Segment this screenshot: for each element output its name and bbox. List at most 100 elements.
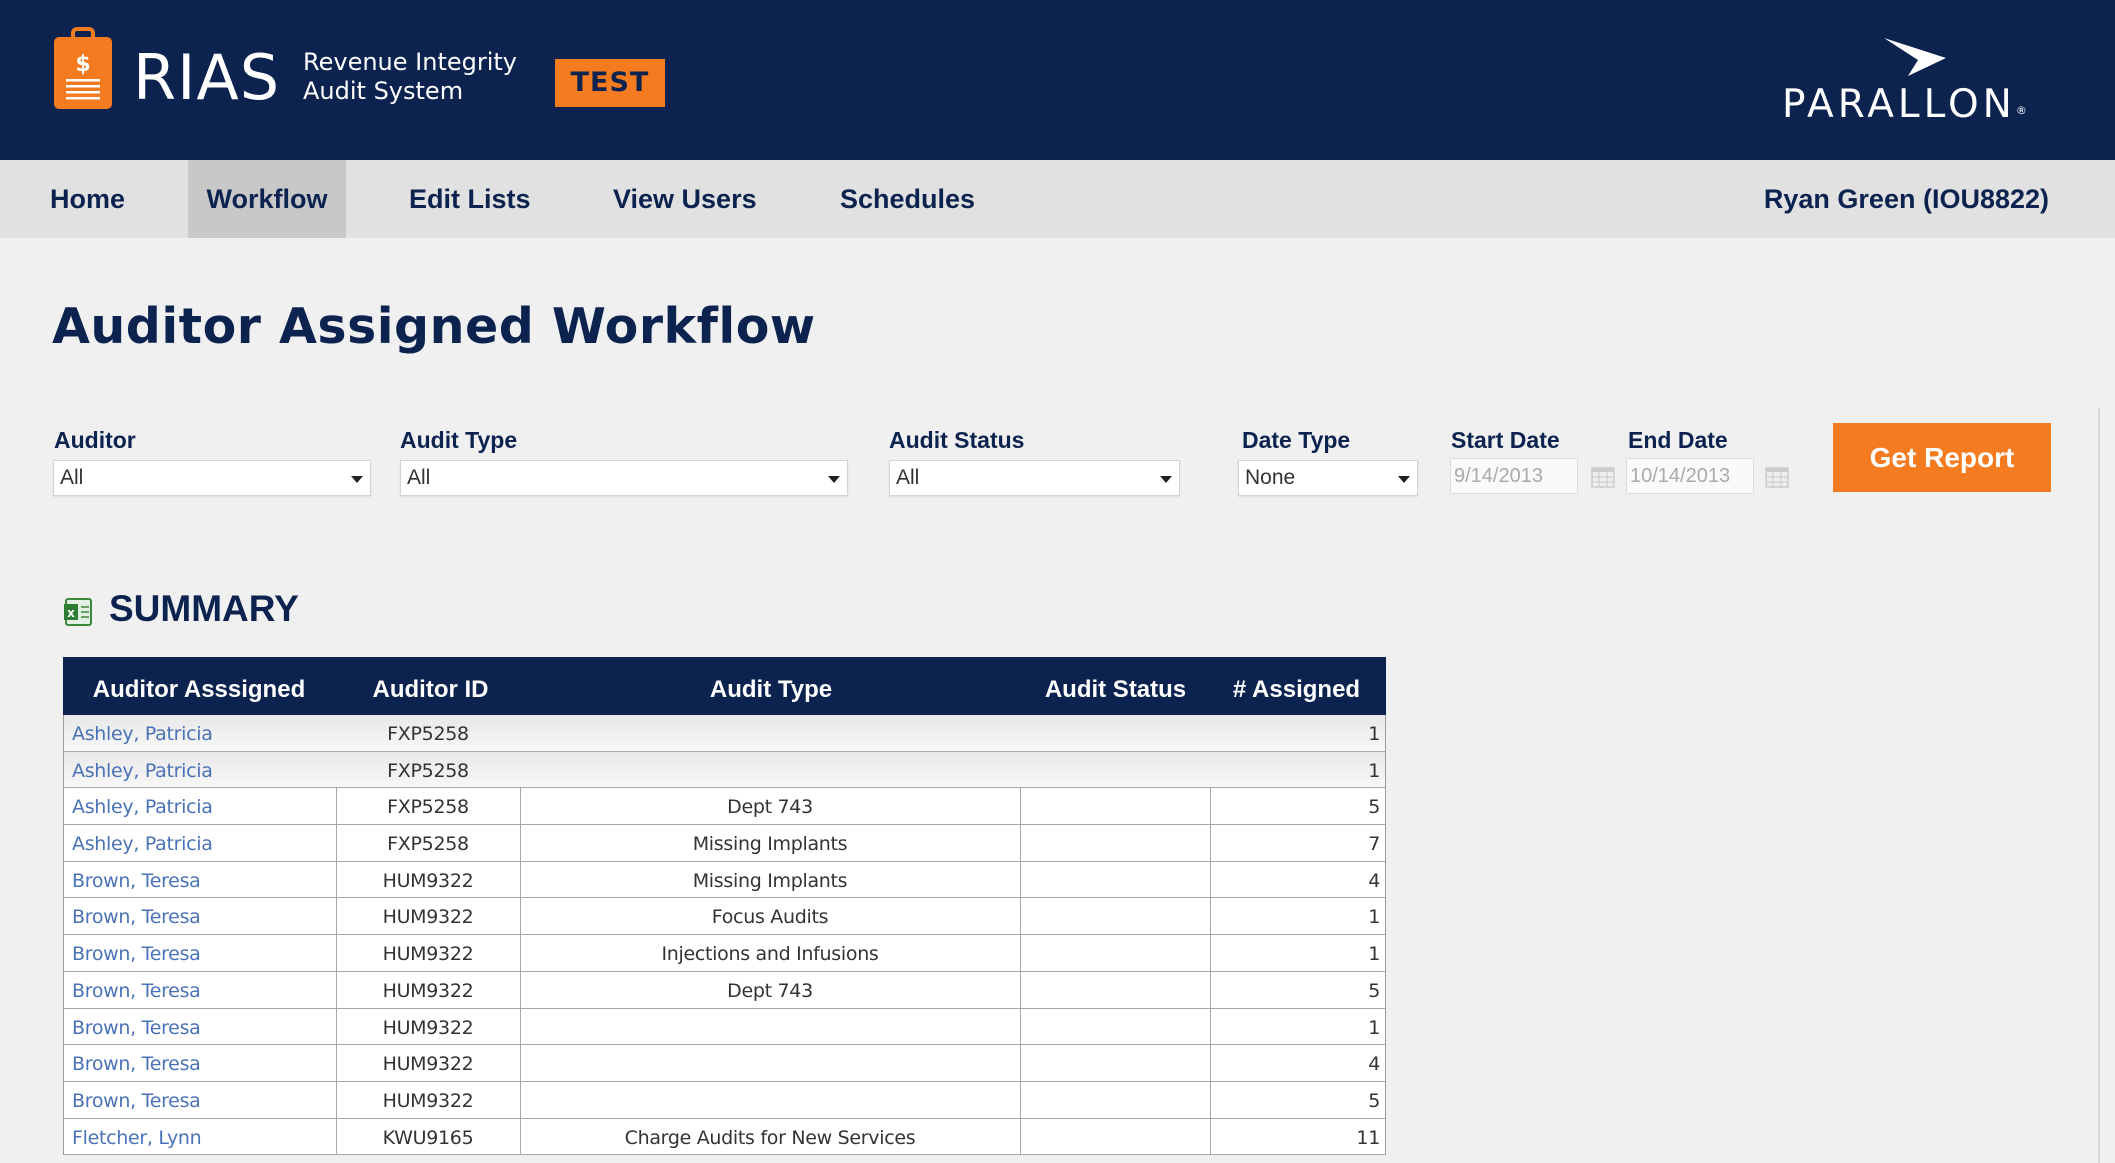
audit-type-cell: Injections and Infusions <box>661 943 879 966</box>
chevron-down-icon <box>1398 476 1410 483</box>
app-header: $ RIAS Revenue Integrity Audit System TE… <box>0 0 2115 160</box>
auditor-link[interactable]: Brown, Teresa <box>72 1009 201 1045</box>
audit-type-cell <box>520 752 1020 788</box>
nav-view-users[interactable]: View Users <box>613 160 757 238</box>
auditor-link[interactable]: Brown, Teresa <box>72 935 201 971</box>
audit-type-label: Audit Type <box>400 427 518 453</box>
table-row: Ashley, Patricia FXP5258 1 <box>64 751 1385 789</box>
audit-type-cell: Focus Audits <box>711 906 829 929</box>
excel-export-icon[interactable]: x <box>63 597 93 627</box>
audit-status-cell <box>1020 752 1210 788</box>
assigned-count-cell: 1 <box>1368 759 1380 782</box>
summary-title: SUMMARY <box>109 588 299 629</box>
audit-status-select[interactable]: All <box>889 460 1180 496</box>
column-header-audit-type[interactable]: Audit Type <box>520 657 1022 715</box>
audit-type-cell: Dept 743 <box>727 979 813 1002</box>
column-header-auditor[interactable]: Auditor Asssigned <box>63 657 335 715</box>
svg-text:$: $ <box>75 52 90 77</box>
column-header-auditor-id[interactable]: Auditor ID <box>335 657 526 715</box>
audit-status-cell <box>1020 1119 1210 1155</box>
auditor-id-cell: HUM9322 <box>382 943 474 966</box>
brand-name: RIAS <box>133 41 281 114</box>
audit-status-cell <box>1020 788 1210 824</box>
auditor-id-cell: HUM9322 <box>382 1016 474 1039</box>
audit-type-select-value: All <box>407 466 431 489</box>
chevron-down-icon <box>828 476 840 483</box>
auditor-id-cell: FXP5258 <box>387 833 469 856</box>
audit-type-cell: Missing Implants <box>692 833 848 856</box>
nav-schedules[interactable]: Schedules <box>840 160 975 238</box>
calendar-icon[interactable] <box>1765 466 1789 488</box>
audit-type-cell: Missing Implants <box>692 869 848 892</box>
auditor-label: Auditor <box>54 427 136 453</box>
table-row: Brown, Teresa HUM9322 5 <box>64 1082 1385 1119</box>
start-date-input[interactable]: 9/14/2013 <box>1450 458 1578 494</box>
table-row: Brown, Teresa HUM9322 Injections and Infus… <box>64 935 1385 972</box>
audit-status-label: Audit Status <box>889 427 1025 453</box>
auditor-link[interactable]: Ashley, Patricia <box>72 788 213 824</box>
auditor-id-cell: HUM9322 <box>382 906 474 929</box>
assigned-count-cell: 7 <box>1368 833 1380 856</box>
date-type-select[interactable]: None <box>1238 460 1418 496</box>
auditor-select-value: All <box>60 466 84 489</box>
audit-status-cell <box>1020 715 1210 751</box>
calendar-icon[interactable] <box>1591 466 1615 488</box>
auditor-id-cell: FXP5258 <box>387 759 469 782</box>
audit-status-cell <box>1020 862 1210 898</box>
table-row: Brown, Teresa HUM9322 Missing Implants 4 <box>64 862 1385 899</box>
auditor-id-cell: FXP5258 <box>387 796 469 819</box>
audit-type-cell: Dept 743 <box>727 796 813 819</box>
date-type-label: Date Type <box>1242 427 1351 453</box>
assigned-count-cell: 5 <box>1368 1089 1380 1112</box>
auditor-link[interactable]: Brown, Teresa <box>72 862 201 898</box>
table-row: Ashley, Patricia FXP5258 Missing Implants 7 <box>64 825 1385 862</box>
auditor-id-cell: HUM9322 <box>382 979 474 1002</box>
assigned-count-cell: 1 <box>1368 1016 1380 1039</box>
auditor-link[interactable]: Ashley, Patricia <box>72 715 213 751</box>
auditor-link[interactable]: Brown, Teresa <box>72 898 201 934</box>
assigned-count-cell: 5 <box>1368 979 1380 1002</box>
parallon-arrow-icon <box>1884 38 1946 76</box>
assigned-count-cell: 1 <box>1368 943 1380 966</box>
brand-subtitle-line1: Revenue Integrity <box>303 48 517 76</box>
company-logo: PARALLON® <box>1782 82 2027 128</box>
auditor-link[interactable]: Brown, Teresa <box>72 972 201 1008</box>
nav-edit-lists[interactable]: Edit Lists <box>409 160 531 238</box>
auditor-link[interactable]: Brown, Teresa <box>72 1045 201 1081</box>
column-header-assigned[interactable]: # Assigned <box>1207 657 1386 715</box>
audit-type-cell <box>520 715 1020 751</box>
audit-status-cell <box>1020 1045 1210 1081</box>
table-header: Auditor Asssigned Auditor ID Audit Type … <box>63 657 1386 715</box>
date-type-select-value: None <box>1245 466 1296 489</box>
chevron-down-icon <box>351 476 363 483</box>
current-user[interactable]: Ryan Green (IOU8822) <box>1764 160 2049 238</box>
auditor-id-cell: HUM9322 <box>382 1053 474 1076</box>
audit-status-cell <box>1020 972 1210 1008</box>
audit-type-cell <box>520 1009 1020 1045</box>
auditor-select[interactable]: All <box>53 460 371 496</box>
audit-status-cell <box>1020 1009 1210 1045</box>
auditor-link[interactable]: Ashley, Patricia <box>72 825 213 861</box>
chevron-down-icon <box>1160 476 1172 483</box>
page-title: Auditor Assigned Workflow <box>52 298 816 355</box>
assigned-count-cell: 5 <box>1368 796 1380 819</box>
assigned-count-cell: 11 <box>1356 1126 1380 1149</box>
column-header-audit-status[interactable]: Audit Status <box>1020 657 1211 715</box>
assigned-count-cell: 4 <box>1368 869 1380 892</box>
end-date-input[interactable]: 10/14/2013 <box>1626 458 1754 494</box>
table-row: Brown, Teresa HUM9322 Dept 743 5 <box>64 972 1385 1009</box>
assigned-count-cell: 4 <box>1368 1053 1380 1076</box>
audit-status-cell <box>1020 898 1210 934</box>
brand-subtitle: Revenue Integrity Audit System <box>303 48 517 106</box>
table-row: Brown, Teresa HUM9322 Focus Audits 1 <box>64 898 1385 936</box>
auditor-link[interactable]: Brown, Teresa <box>72 1082 201 1118</box>
get-report-button[interactable]: Get Report <box>1833 423 2051 492</box>
audit-type-select[interactable]: All <box>400 460 848 496</box>
table-row: Ashley, Patricia FXP5258 1 <box>64 715 1385 752</box>
auditor-link[interactable]: Fletcher, Lynn <box>72 1119 202 1155</box>
nav-workflow[interactable]: Workflow <box>188 160 346 238</box>
auditor-link[interactable]: Ashley, Patricia <box>72 752 213 788</box>
nav-home[interactable]: Home <box>50 160 125 238</box>
company-name: PARALLON <box>1782 82 2016 127</box>
auditor-id-cell: HUM9322 <box>382 1089 474 1112</box>
